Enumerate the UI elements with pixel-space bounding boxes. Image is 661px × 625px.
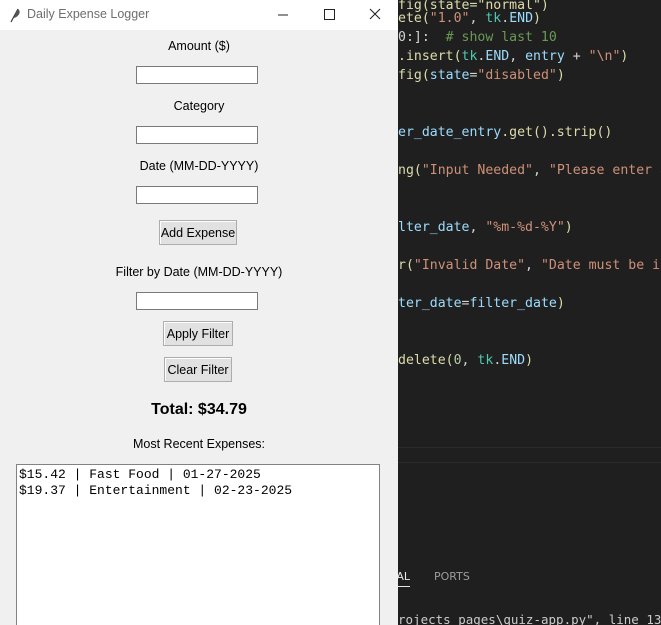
tab-terminal[interactable]: TERMINAL bbox=[398, 570, 410, 587]
list-item: $19.37 | Entertainment | 02-23-2025 bbox=[19, 483, 293, 498]
recent-expenses-heading: Most Recent Expenses: bbox=[132, 437, 265, 451]
code-line[interactable]: ter_date=filter_date) bbox=[398, 294, 565, 313]
expense-list[interactable]: $15.42 | Fast Food | 01-27-2025 $19.37 |… bbox=[16, 464, 380, 625]
code-editor[interactable]: fig(state="normal") ete("1.0", tk.END) 0… bbox=[398, 0, 661, 625]
tab-ports[interactable]: PORTS bbox=[434, 570, 470, 583]
minimize-icon bbox=[278, 14, 288, 16]
total-amount: Total: $34.79 bbox=[151, 401, 247, 418]
clear-filter-button[interactable]: Clear Filter bbox=[164, 357, 232, 382]
code-line[interactable]: ng("Input Needed", "Please enter a bbox=[398, 161, 661, 180]
expense-logger-window: Daily Expense Logger Amount ($) Category… bbox=[0, 0, 398, 625]
panel-divider bbox=[398, 462, 661, 463]
date-input[interactable] bbox=[136, 186, 258, 204]
add-expense-button[interactable]: Add Expense bbox=[159, 220, 237, 245]
panel-divider bbox=[398, 447, 661, 448]
code-line[interactable]: r("Invalid Date", "Date must be in bbox=[398, 256, 661, 275]
window-title: Daily Expense Logger bbox=[27, 7, 150, 21]
category-label: Category bbox=[173, 99, 225, 113]
close-icon bbox=[369, 8, 381, 20]
minimize-button[interactable] bbox=[260, 0, 306, 30]
filter-date-label: Filter by Date (MM-DD-YYYY) bbox=[115, 265, 283, 279]
filter-date-input[interactable] bbox=[136, 292, 258, 310]
title-bar[interactable]: Daily Expense Logger bbox=[0, 0, 398, 30]
feather-icon bbox=[10, 8, 20, 23]
amount-label: Amount ($) bbox=[168, 39, 230, 53]
date-label: Date (MM-DD-YYYY) bbox=[139, 159, 259, 173]
category-input[interactable] bbox=[136, 126, 258, 144]
maximize-icon bbox=[324, 9, 335, 20]
code-line[interactable]: delete(0, tk.END) bbox=[398, 351, 533, 370]
code-line[interactable]: fig(state="disabled") bbox=[398, 66, 565, 85]
code-line[interactable]: ete("1.0", tk.END) bbox=[398, 9, 541, 28]
maximize-button[interactable] bbox=[306, 0, 352, 30]
terminal-output: rojects_pages\quiz-app.py", line 131 bbox=[398, 612, 661, 625]
list-item: $15.42 | Fast Food | 01-27-2025 bbox=[19, 467, 261, 482]
code-line[interactable]: .insert(tk.END, entry + "\n") bbox=[398, 47, 628, 66]
code-line[interactable]: er_date_entry.get().strip() bbox=[398, 123, 612, 142]
amount-input[interactable] bbox=[136, 66, 258, 84]
close-button[interactable] bbox=[352, 0, 398, 30]
apply-filter-button[interactable]: Apply Filter bbox=[163, 321, 233, 346]
code-line[interactable]: lter_date, "%m-%d-%Y") bbox=[398, 218, 573, 237]
code-line[interactable]: 0:]: # show last 10 bbox=[398, 28, 557, 47]
